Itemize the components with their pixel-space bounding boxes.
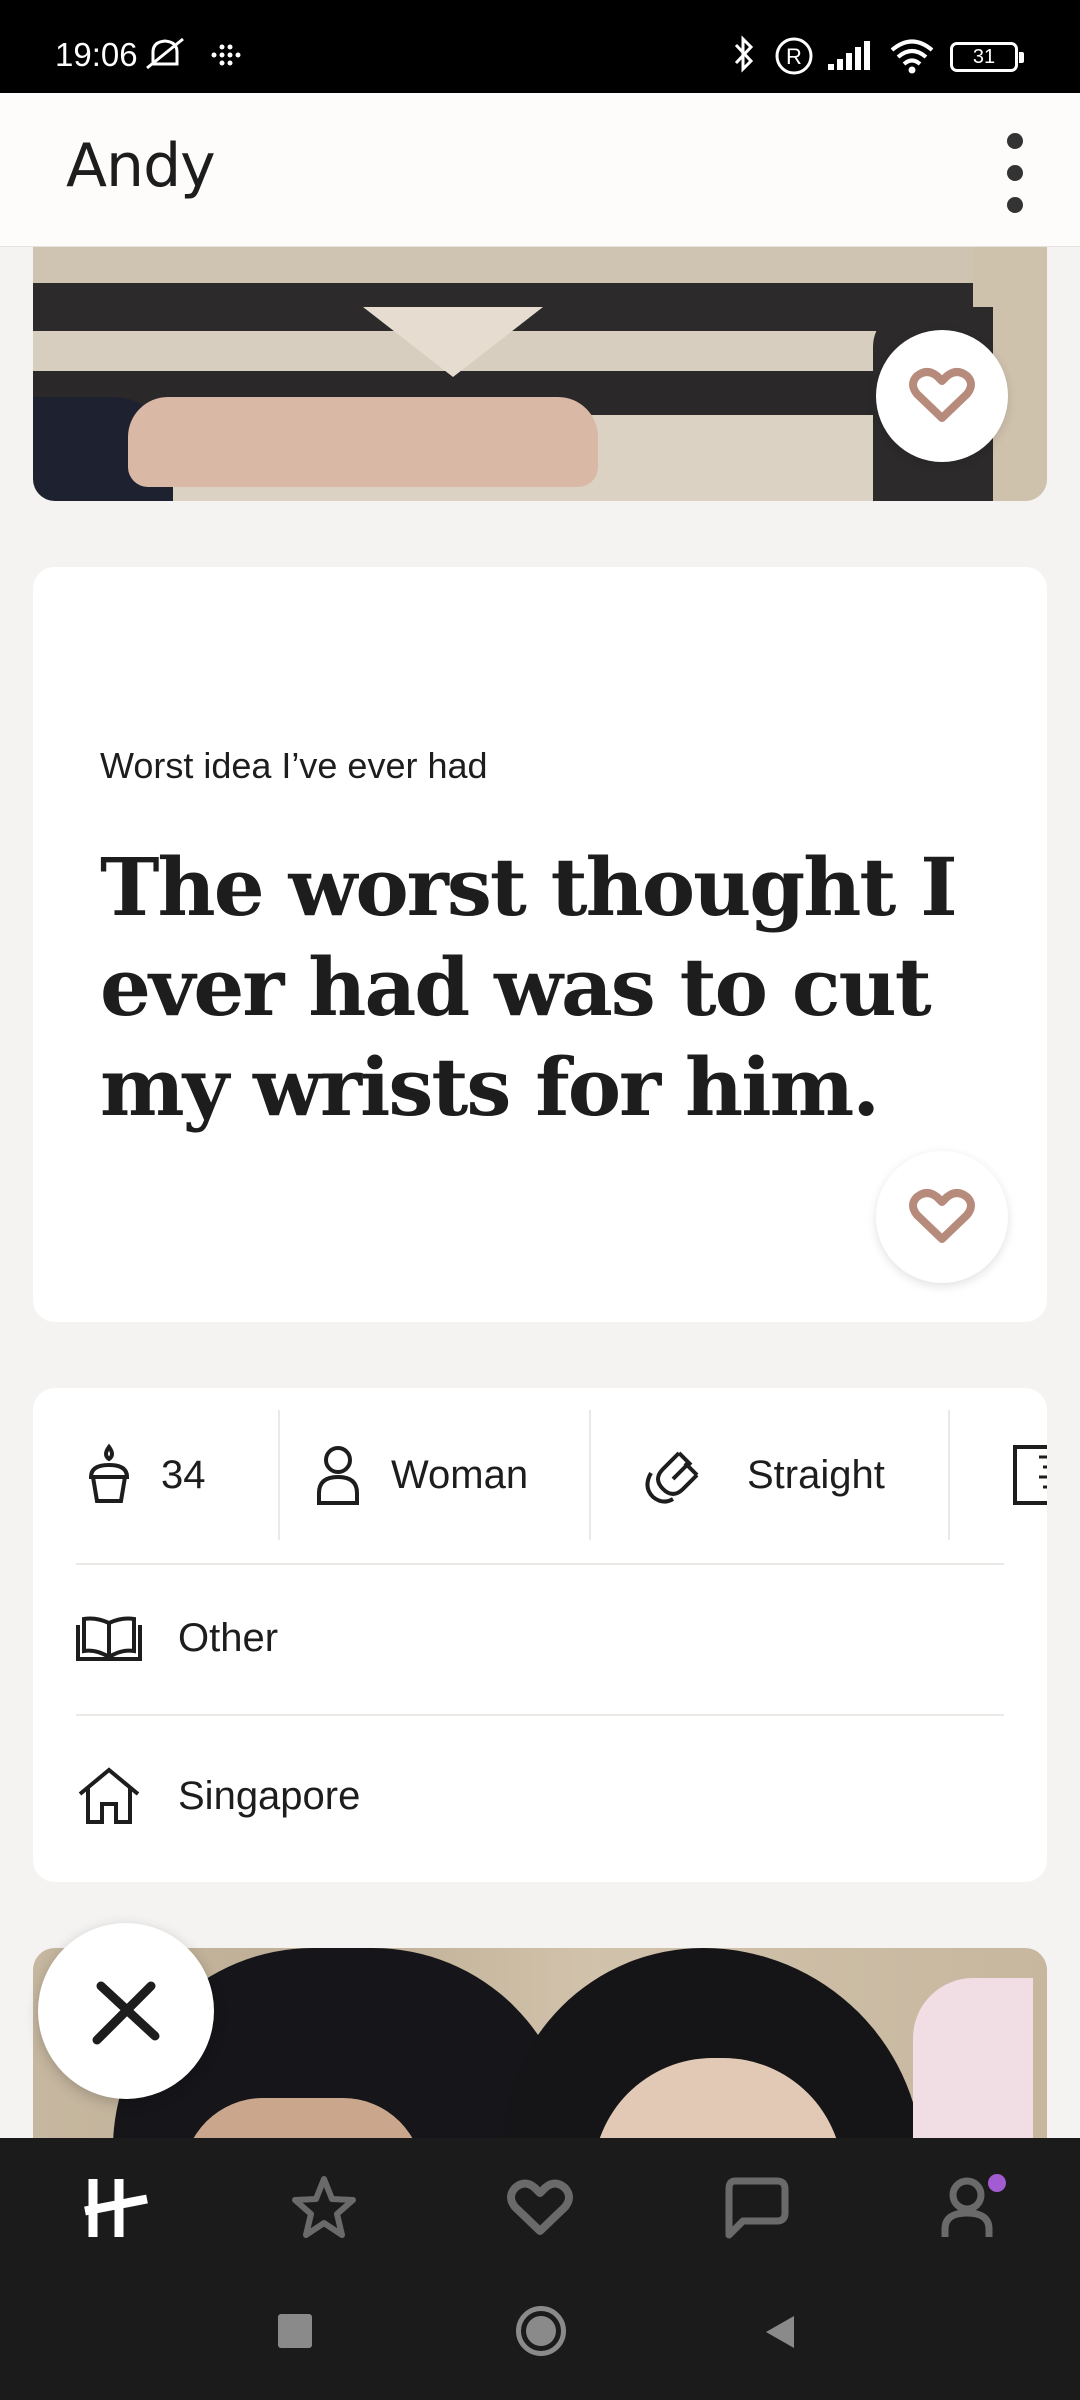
signal-icon xyxy=(828,41,870,70)
info-orientation-label: Straight xyxy=(747,1452,885,1497)
info-orientation: Straight xyxy=(639,1410,885,1540)
info-education-label: Other xyxy=(178,1615,279,1660)
info-height xyxy=(1011,1410,1047,1540)
cake-icon xyxy=(88,1443,130,1503)
bluetooth-icon xyxy=(734,35,754,73)
more-options-icon[interactable] xyxy=(990,133,1040,213)
like-photo-button[interactable] xyxy=(876,330,1008,462)
heart-icon xyxy=(909,368,975,422)
registered-icon: R xyxy=(775,37,813,75)
battery-icon: 31 xyxy=(950,42,1024,72)
info-age-label: 34 xyxy=(161,1452,206,1497)
close-icon xyxy=(92,1981,160,2045)
status-time: 19:06 xyxy=(55,36,138,73)
back-button[interactable] xyxy=(760,2312,800,2352)
heart-icon xyxy=(909,1189,975,1243)
like-prompt-button[interactable] xyxy=(876,1151,1008,1283)
tab-profile[interactable] xyxy=(932,2168,1012,2248)
info-age: 34 xyxy=(81,1410,206,1540)
profile-name: Andy xyxy=(66,131,216,201)
ruler-icon xyxy=(1013,1445,1047,1505)
battery-level: 31 xyxy=(972,46,996,68)
recents-button[interactable] xyxy=(278,2314,312,2348)
wifi-icon xyxy=(890,39,934,74)
system-nav-bar xyxy=(0,2268,1080,2400)
hinge-logo-icon xyxy=(84,2179,148,2237)
tab-messages[interactable] xyxy=(716,2168,796,2248)
alarm-off-icon xyxy=(146,37,184,70)
info-gender: Woman xyxy=(315,1410,528,1540)
info-location: Singapore xyxy=(76,1746,360,1846)
prompt-card: Worst idea I’ve ever had The worst thoug… xyxy=(33,567,1047,1322)
home-button[interactable] xyxy=(516,2306,566,2356)
info-location-label: Singapore xyxy=(178,1773,361,1818)
book-icon xyxy=(76,1616,142,1661)
heart-icon xyxy=(507,2179,573,2235)
prompt-question: Worst idea I’ve ever had xyxy=(100,745,488,786)
bottom-tab-bar xyxy=(0,2138,1080,2268)
prompt-answer: The worst thought I ever had was to cut … xyxy=(100,840,958,1134)
tab-discover[interactable] xyxy=(76,2168,156,2248)
profile-icon xyxy=(941,2174,1006,2237)
skip-button[interactable] xyxy=(38,1923,214,2099)
tab-likes[interactable] xyxy=(500,2168,580,2248)
person-icon xyxy=(317,1446,359,1505)
chat-icon xyxy=(725,2177,789,2239)
info-education: Other xyxy=(76,1588,278,1688)
star-icon xyxy=(292,2176,356,2238)
home-icon xyxy=(78,1767,140,1824)
profile-header: Andy xyxy=(0,93,1080,247)
dots-grid-icon xyxy=(211,44,241,66)
svg-text:R: R xyxy=(786,44,802,69)
info-vitals-row[interactable]: 34 Woman Straight xyxy=(33,1410,1047,1540)
tab-standouts[interactable] xyxy=(284,2168,364,2248)
profile-info-card: 34 Woman Straight Other Singapore xyxy=(33,1388,1047,1882)
status-bar: 19:06 R 31 xyxy=(0,0,1080,93)
magnet-icon xyxy=(645,1451,699,1504)
info-gender-label: Woman xyxy=(391,1452,529,1497)
